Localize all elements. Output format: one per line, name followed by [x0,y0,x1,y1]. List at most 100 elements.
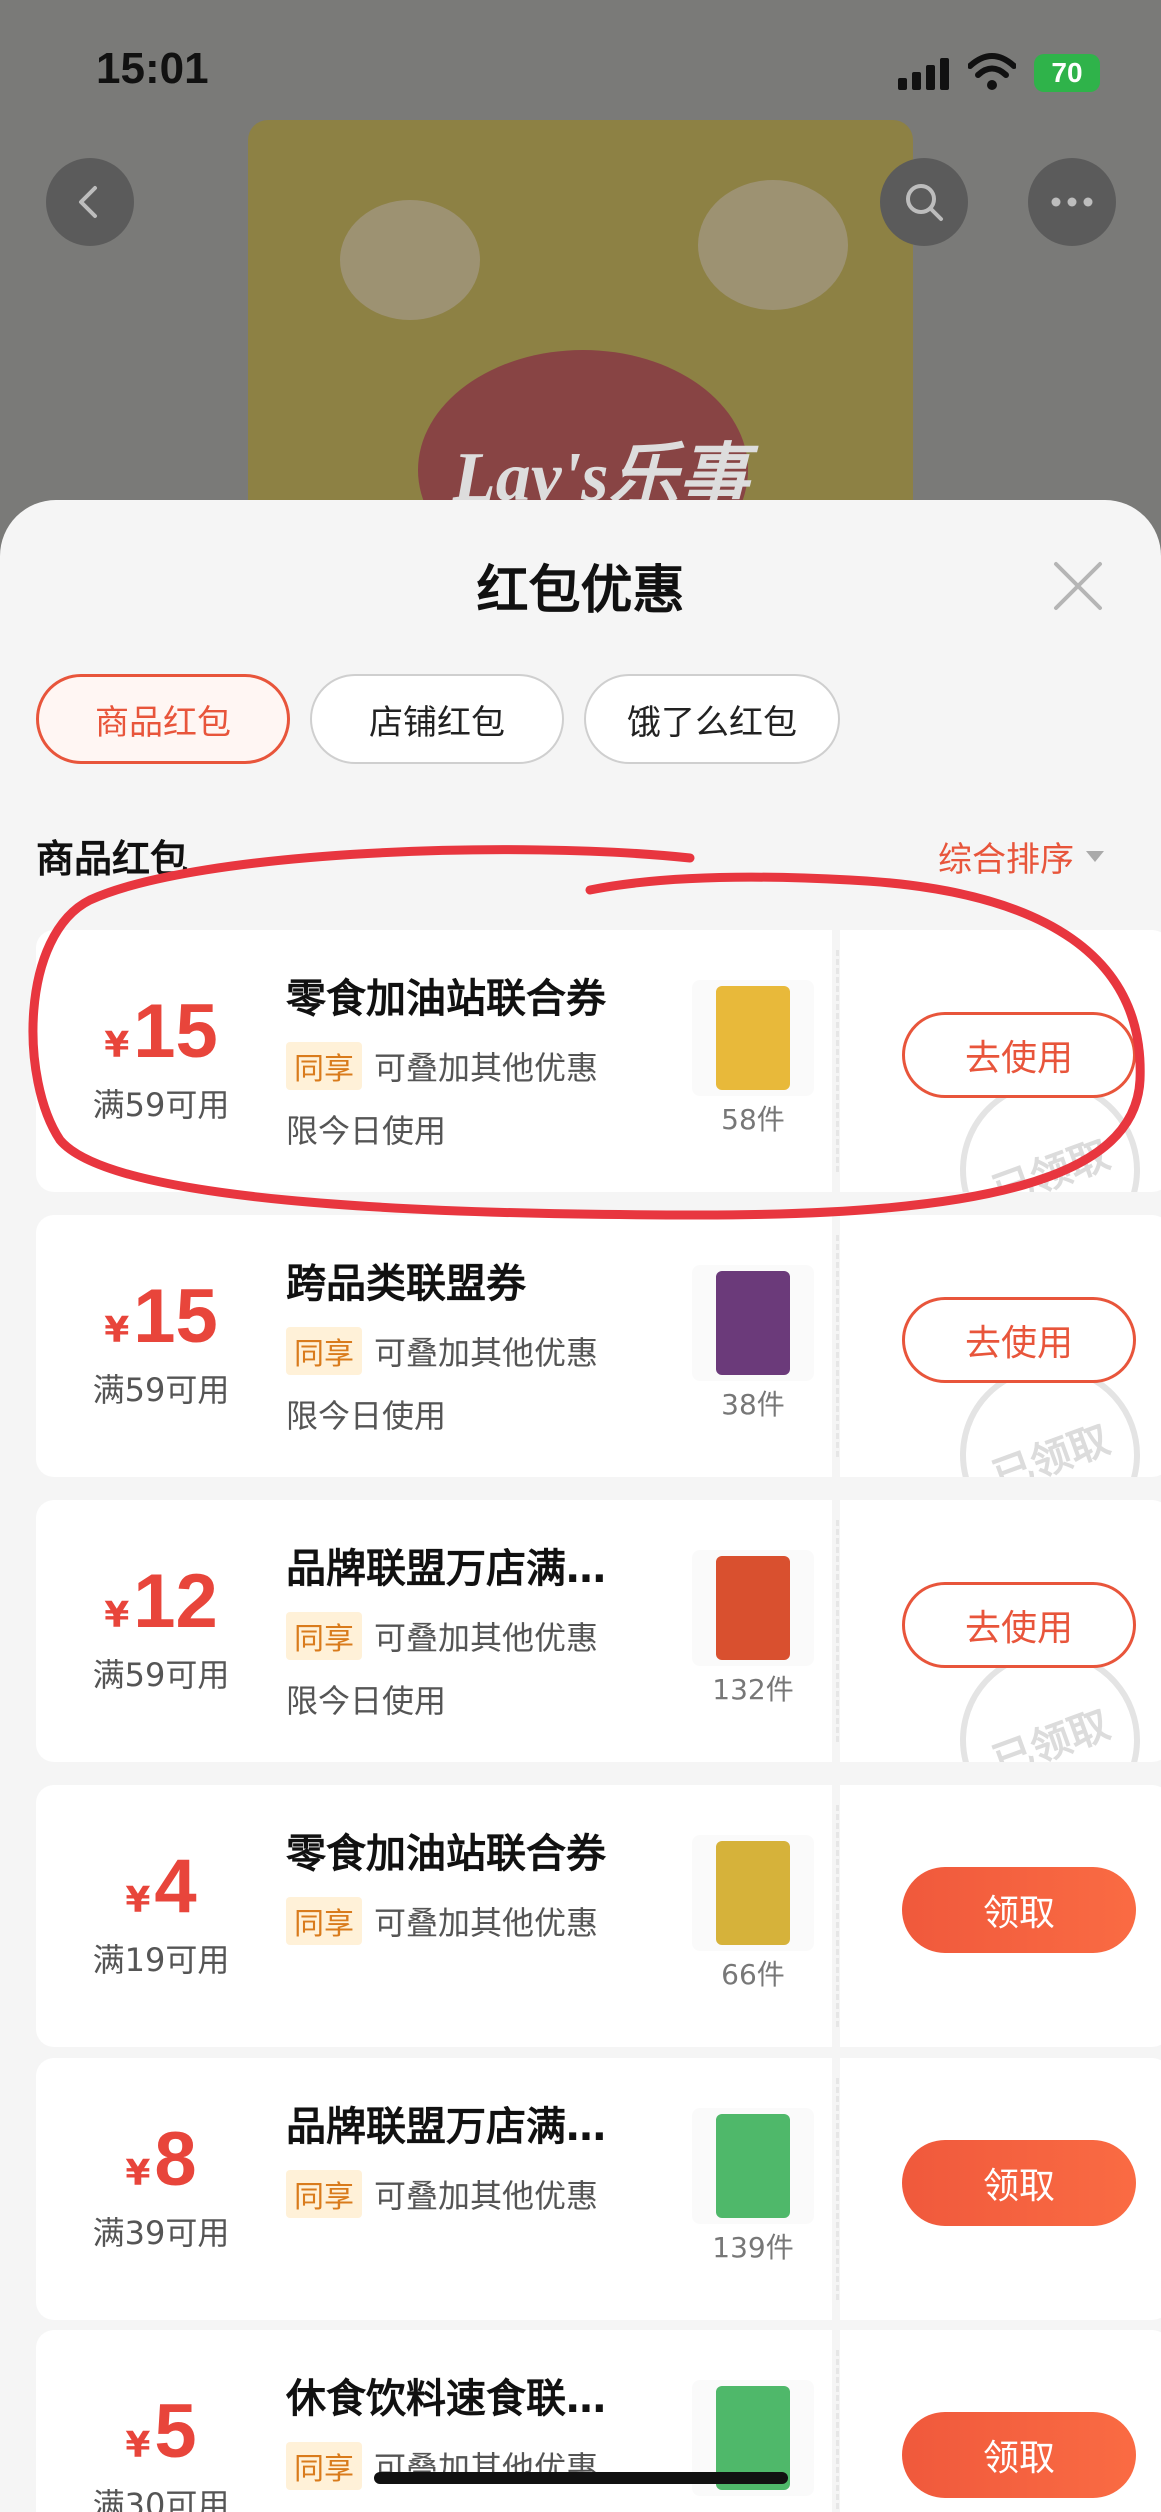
coupon-action-area: 已领取 去使用 [840,930,1161,1192]
use-coupon-button[interactable]: 去使用 [902,1012,1136,1098]
dashed-divider [836,2078,839,2300]
product-image [716,1556,790,1660]
coupon-condition: 满59可用 [92,1086,230,1124]
coupon-name: 品牌联盟万店满… [286,2104,606,2150]
share-tag: 同享 [286,2442,362,2490]
coupon-amount: ¥12 [36,1558,286,1645]
share-tag: 同享 [286,2170,362,2218]
dashed-divider [836,1520,839,1742]
coupon-name: 零食加油站联合券 [286,1831,606,1877]
product-thumbnail[interactable] [692,1835,814,1951]
share-text: 可叠加其他优惠 [374,1904,599,1942]
item-count: 139件 [712,2231,794,2264]
coupon-limit: 限今日使用 [286,1397,447,1435]
close-icon[interactable] [1048,556,1108,616]
coupon-value: 12 [133,1559,218,1644]
status-bar: 15:01 70 [0,0,1161,150]
product-thumbnail[interactable] [692,1265,814,1381]
claim-coupon-button[interactable]: 领取 [902,2412,1136,2498]
coupon-action-area: 领取 [840,2330,1161,2512]
sort-label: 综合排序 [938,840,1074,880]
tab-eleme-red-packet[interactable]: 饿了么红包 [584,674,840,764]
coupon-amount: ¥15 [36,988,286,1075]
more-dots-icon [1051,197,1093,207]
home-indicator [374,2472,788,2484]
coupon-value: 15 [133,1274,218,1359]
coupon-card[interactable]: ¥4 满19可用 零食加油站联合券 同享 可叠加其他优惠 66件 领取 [36,1785,1161,2047]
share-text: 可叠加其他优惠 [374,1049,599,1087]
tab-store-red-packet[interactable]: 店铺红包 [310,674,564,764]
coupon-name: 休食饮料速食联… [286,2376,606,2422]
coupon-name: 跨品类联盟券 [286,1261,526,1307]
product-image [716,2114,790,2218]
coupon-card[interactable]: ¥15 满59可用 跨品类联盟券 同享 可叠加其他优惠限今日使用 38件 已领取 去使用 [36,1215,1161,1477]
sheet-title: 红包优惠 [476,561,685,621]
coupon-value: 5 [154,2389,197,2474]
share-tag: 同享 [286,1042,362,1090]
coupon-main: ¥15 满59可用 跨品类联盟券 同享 可叠加其他优惠限今日使用 38件 [36,1215,832,1477]
coupon-amount: ¥5 [36,2388,286,2475]
item-count: 66件 [721,1958,785,1991]
product-image-area: Lay's乐事 15:01 70 [0,0,1161,560]
coupon-share-row: 同享 可叠加其他优惠 [286,1042,598,1090]
coupon-main: ¥5 满30可用 休食饮料速食联… 同享 可叠加其他优惠 [36,2330,832,2512]
currency-symbol: ¥ [104,1025,130,1066]
use-coupon-button[interactable]: 去使用 [902,1582,1136,1668]
coupon-action-area: 已领取 去使用 [840,1500,1161,1762]
chip-graphic [698,180,848,310]
product-thumbnail[interactable] [692,1550,814,1666]
use-coupon-button[interactable]: 去使用 [902,1297,1136,1383]
claim-coupon-button[interactable]: 领取 [902,1867,1136,1953]
dashed-divider [836,1235,839,1457]
coupon-action-area: 已领取 去使用 [840,1215,1161,1477]
search-icon [906,184,943,221]
coupon-condition: 满59可用 [92,1371,230,1409]
share-tag: 同享 [286,1327,362,1375]
coupon-card[interactable]: ¥15 满59可用 零食加油站联合券 同享 可叠加其他优惠 限今日使用 58件 已领取 去使用 [36,930,1161,1192]
currency-symbol: ¥ [104,1310,130,1351]
product-image [716,1271,790,1375]
coupon-main: ¥4 满19可用 零食加油站联合券 同享 可叠加其他优惠 66件 [36,1785,832,2047]
coupon-card[interactable]: ¥12 满59可用 品牌联盟万店满… 同享 可叠加其他优惠 限今日使用 132件 已领取 去使用 [36,1500,1161,1762]
search-button[interactable] [880,158,968,246]
section-title: 商品红包 [36,837,189,881]
red-packet-sheet: 红包优惠 商品红包 店铺红包 饿了么红包 商品红包 综合排序 ¥15 满59可用零… [0,500,1161,2512]
coupon-card[interactable]: ¥8 满39可用 品牌联盟万店满… 同享 可叠加其他优惠 139件 领取 [36,2058,1161,2320]
product-thumbnail[interactable] [692,980,814,1096]
wifi-icon [968,53,1016,90]
coupon-value: 8 [154,2117,197,2202]
coupon-limit: 限今日使用 [286,1112,447,1150]
caret-down-icon [1086,851,1104,862]
dashed-divider [836,950,839,1172]
currency-symbol: ¥ [125,1880,151,1921]
battery-indicator: 70 [1034,54,1100,92]
claim-coupon-button[interactable]: 领取 [902,2140,1136,2226]
dashed-divider [836,2350,839,2512]
item-count: 132件 [712,1673,794,1706]
coupon-main: ¥12 满59可用 品牌联盟万店满… 同享 可叠加其他优惠 限今日使用 132件 [36,1500,832,1762]
coupon-condition: 满39可用 [92,2214,230,2252]
product-image [716,986,790,1090]
status-time: 15:01 [96,44,209,93]
item-count: 38件 [721,1388,785,1421]
tab-product-red-packet[interactable]: 商品红包 [36,674,290,764]
coupon-action-area: 领取 [840,1785,1161,2047]
chip-graphic [340,200,480,320]
coupon-condition: 满59可用 [92,1656,230,1694]
coupon-value: 15 [133,989,218,1074]
coupon-card[interactable]: ¥5 满30可用 休食饮料速食联… 同享 可叠加其他优惠 领取 [36,2330,1161,2512]
coupon-share-row: 同享 可叠加其他优惠 [286,2170,598,2218]
back-button[interactable] [46,158,134,246]
coupon-amount: ¥4 [36,1843,286,1930]
item-count: 58件 [721,1103,785,1136]
sort-dropdown[interactable]: 综合排序 [938,832,1104,881]
product-image [716,1841,790,1945]
product-thumbnail[interactable] [692,2108,814,2224]
share-text: 可叠加其他优惠 [374,1334,599,1372]
share-tag: 同享 [286,1612,362,1660]
more-button[interactable] [1028,158,1116,246]
share-text: 可叠加其他优惠 [374,2177,599,2215]
dashed-divider [836,1805,839,2027]
product-image: Lay's乐事 [248,120,913,560]
coupon-share-row: 同享 可叠加其他优惠 [286,1897,598,1945]
